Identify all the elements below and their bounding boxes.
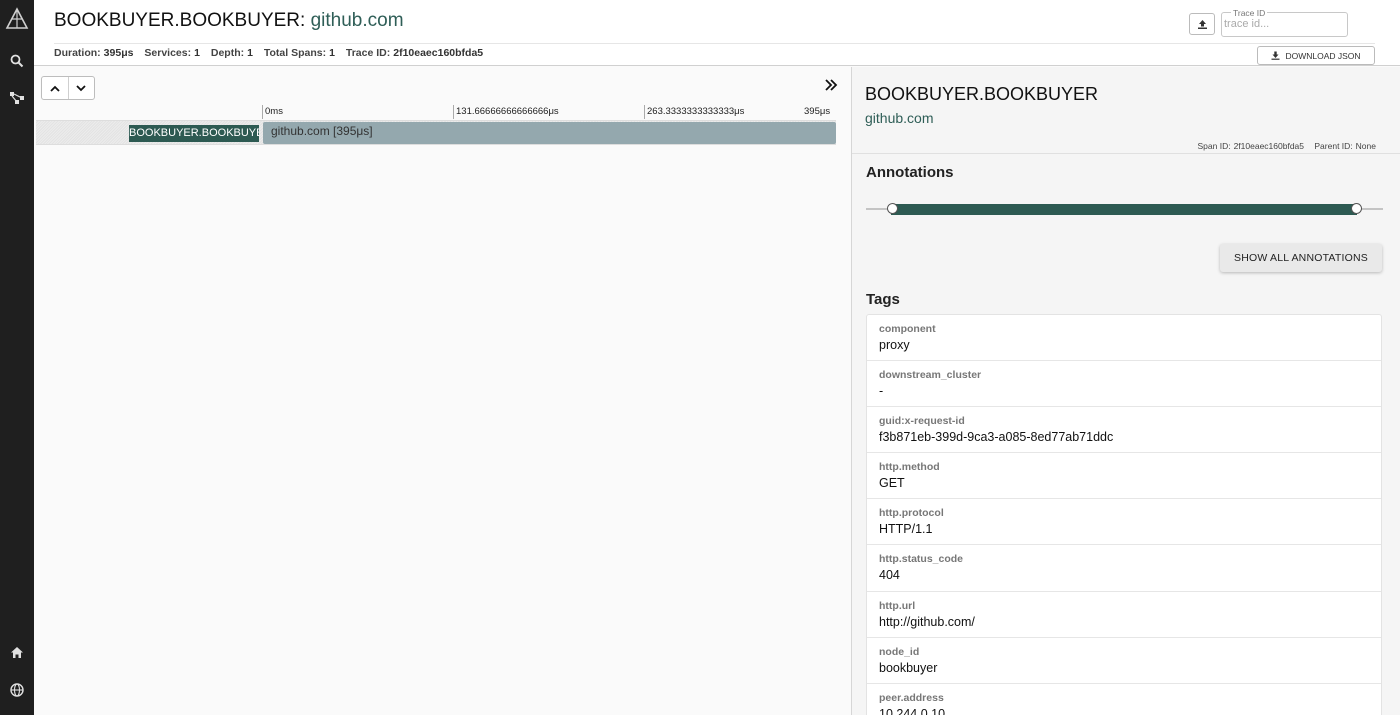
span-detail-pane: BOOKBUYER.BOOKBUYER github.com Span ID: 2… — [851, 67, 1400, 715]
logo-icon[interactable] — [0, 5, 34, 33]
ruler-tick: 395μs — [804, 106, 831, 117]
globe-icon[interactable] — [0, 681, 34, 699]
ruler-tick: 263.3333333333333μs — [644, 105, 744, 119]
trace-header: BOOKBUYER.BOOKBUYER: github.com Duration… — [34, 0, 1400, 66]
span-detail-header: BOOKBUYER.BOOKBUYER github.com Span ID: 2… — [852, 67, 1400, 154]
expand-detail-icon[interactable] — [824, 78, 838, 96]
tag-row: node_id bookbuyer — [867, 638, 1381, 684]
title-operation: github.com — [310, 10, 404, 31]
span-nav-group — [41, 76, 95, 100]
prev-span-button[interactable] — [42, 77, 68, 99]
tag-row: peer.address 10.244.0.10 — [867, 684, 1381, 715]
trace-id-stat-value: 2f10eaec160bfda5 — [393, 47, 484, 59]
parent-id-value: None — [1355, 141, 1376, 151]
annotations-title: Annotations — [866, 164, 954, 181]
tag-value: 404 — [879, 568, 900, 583]
sidebar — [0, 0, 34, 715]
detail-operation-name: github.com — [865, 110, 934, 126]
duration-label: Duration: — [54, 47, 101, 59]
tags-list: component proxy downstream_cluster - guid:… — [866, 314, 1382, 715]
upload-button[interactable] — [1189, 13, 1215, 35]
timeline-ruler: 0ms 131.66666666666666μs 263.33333333333… — [34, 105, 836, 119]
total-spans-label: Total Spans: — [263, 47, 327, 59]
tag-key: component — [879, 323, 936, 335]
tag-key: http.url — [879, 599, 916, 612]
chevron-up-icon — [50, 85, 60, 92]
span-service-label[interactable]: BOOKBUYER.BOOKBUYER — [129, 125, 259, 142]
trace-id-stat-label: Trace ID: — [345, 47, 391, 59]
header-divider — [54, 43, 1375, 44]
tag-row: http.status_code 404 — [867, 545, 1381, 592]
annotation-marker-end[interactable] — [1351, 203, 1362, 214]
span-ids: Span ID: 2f10eaec160bfda5 Parent ID: None — [1195, 141, 1377, 151]
next-span-button[interactable] — [67, 77, 95, 99]
depth-label: Depth: — [210, 47, 245, 59]
tag-value: proxy — [879, 338, 910, 352]
download-icon — [1271, 51, 1280, 60]
tag-key: guid:x-request-id — [879, 415, 965, 428]
tag-value: f3b871eb-399d-9ca3-a085-8ed77ab71ddc — [879, 430, 1114, 445]
trace-id-input[interactable] — [1224, 18, 1344, 30]
tag-key: http.protocol — [879, 507, 944, 520]
tag-key: downstream_cluster — [879, 369, 982, 382]
tag-row: http.protocol HTTP/1.1 — [867, 499, 1381, 546]
span-row[interactable]: BOOKBUYER.BOOKBUYER github.com [395μs] — [36, 120, 836, 145]
search-icon[interactable] — [0, 52, 34, 70]
tag-value: 10.244.0.10 — [879, 706, 946, 715]
title-service: BOOKBUYER.BOOKBUYER — [54, 10, 301, 31]
tag-key: peer.address — [879, 691, 944, 704]
services-value: 1 — [194, 47, 200, 59]
timeline-pane: 0ms 131.66666666666666μs 263.33333333333… — [34, 67, 850, 715]
annotation-range — [891, 204, 1357, 215]
download-json-button[interactable]: DOWNLOAD JSON — [1257, 46, 1375, 65]
parent-id-label: Parent ID: — [1314, 141, 1353, 151]
tag-key: http.method — [879, 461, 940, 474]
detail-service-name: BOOKBUYER.BOOKBUYER — [865, 84, 1099, 104]
tag-value: HTTP/1.1 — [879, 522, 933, 537]
tag-row: component proxy — [867, 315, 1381, 362]
tag-value: - — [879, 384, 884, 399]
tag-value: http://github.com/ — [879, 614, 975, 629]
tag-value: bookbuyer — [879, 660, 938, 675]
annotation-marker-start[interactable] — [887, 203, 898, 214]
tag-key: http.status_code — [879, 553, 964, 566]
trace-id-field[interactable]: Trace ID — [1221, 8, 1348, 37]
tag-row: http.url http://github.com/ — [867, 592, 1381, 638]
chevron-down-icon — [76, 84, 86, 91]
tags-title: Tags — [866, 291, 900, 308]
tag-row: http.method GET — [867, 453, 1381, 500]
trace-id-label: Trace ID — [1231, 8, 1268, 18]
page-title: BOOKBUYER.BOOKBUYER: github.com — [54, 10, 404, 32]
services-label: Services: — [144, 47, 192, 59]
span-id-value: 2f10eaec160bfda5 — [1233, 141, 1305, 151]
tag-row: guid:x-request-id f3b871eb-399d-9ca3-a085… — [867, 407, 1381, 454]
depth-value: 1 — [247, 47, 253, 59]
tag-row: downstream_cluster - — [867, 361, 1381, 408]
show-all-annotations-button[interactable]: SHOW ALL ANNOTATIONS — [1220, 244, 1382, 272]
dependencies-icon[interactable] — [0, 89, 34, 107]
home-icon[interactable] — [0, 643, 34, 661]
tag-value: GET — [879, 476, 905, 491]
total-spans-value: 1 — [329, 47, 335, 59]
trace-stats: Duration: 395μs Services: 1 Depth: 1 Total … — [54, 47, 491, 59]
ruler-tick: 0ms — [262, 105, 283, 119]
span-id-label: Span ID: — [1197, 141, 1231, 151]
upload-icon — [1197, 19, 1207, 29]
tag-key: node_id — [879, 645, 920, 658]
download-json-label: DOWNLOAD JSON — [1285, 50, 1361, 61]
title-separator: : — [300, 10, 306, 31]
span-bar[interactable]: github.com [395μs] — [263, 122, 836, 144]
ruler-tick: 131.66666666666666μs — [453, 105, 559, 119]
duration-value: 395μs — [103, 47, 134, 59]
